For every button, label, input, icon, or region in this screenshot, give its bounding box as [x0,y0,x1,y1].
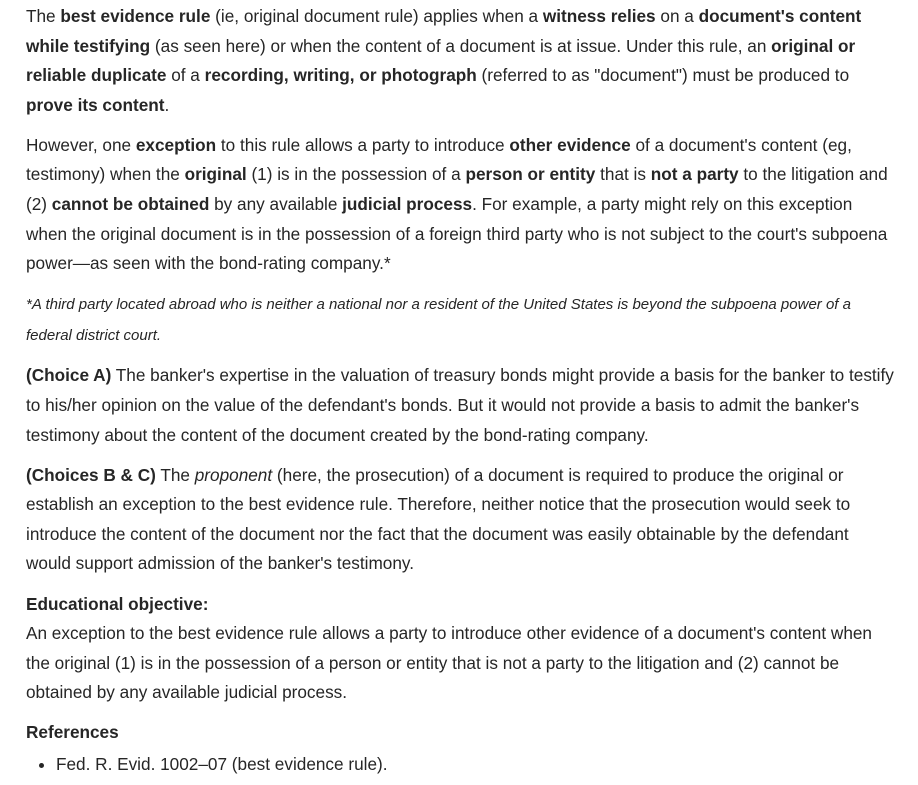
bold-text: best evidence rule [60,6,211,26]
footnote-paragraph: *A third party located abroad who is nei… [26,289,898,351]
bold-text: recording, writing, or photograph [204,65,477,86]
text-run: on a [655,6,699,26]
bold-text: person or entity [465,164,596,185]
text-run: (referred to as "document") must be prod… [476,65,850,86]
text-run: . [164,94,170,115]
bold-text: prove its content [26,94,165,115]
text-run: of a [166,65,205,86]
text-run: The banker's expertise in the valuation … [26,365,894,445]
bold-text: (Choice A) [26,365,112,386]
references-heading: References [26,722,119,743]
text-run: (1) is in the possession of a [246,164,466,185]
text-run: *A third party located abroad who is nei… [26,296,851,345]
exception-paragraph: However, one exception to this rule allo… [26,131,898,279]
italic-text: proponent [194,464,273,485]
bold-text: other evidence [509,134,631,155]
explanation-body: The best evidence rule (ie, original doc… [26,2,898,579]
educational-objective-heading: Educational objective: [26,593,209,614]
references-list: Fed. R. Evid. 1002–07 (best evidence rul… [26,750,898,780]
choices-b-c-paragraph: (Choices B & C) The proponent (here, the… [26,461,898,579]
text-run: (ie, original document rule) applies whe… [210,6,543,26]
text-run: However, one [26,134,136,155]
text-run: (as seen here) or when the content of a … [150,35,772,56]
bold-text: exception [135,134,217,155]
explanation-document: The best evidence rule (ie, original doc… [0,0,918,780]
educational-objective-text: An exception to the best evidence rule a… [26,623,872,703]
text-run: by any available [209,194,343,215]
bold-text: judicial process [342,194,473,215]
reference-item: Fed. R. Evid. 1002–07 (best evidence rul… [56,750,898,780]
text-run: to this rule allows a party to introduce [216,134,510,155]
bold-text: cannot be obtained [51,194,210,215]
choice-a-paragraph: (Choice A) The banker's expertise in the… [26,361,898,450]
bold-text: (Choices B & C) [26,464,156,485]
bold-text: witness relies [542,6,656,26]
bold-text: original [184,164,247,185]
text-run: The [26,6,61,26]
bold-text: not a party [650,164,739,185]
text-run: The [155,464,195,485]
best-evidence-rule-paragraph: The best evidence rule (ie, original doc… [26,2,898,120]
text-run: that is [595,164,651,185]
